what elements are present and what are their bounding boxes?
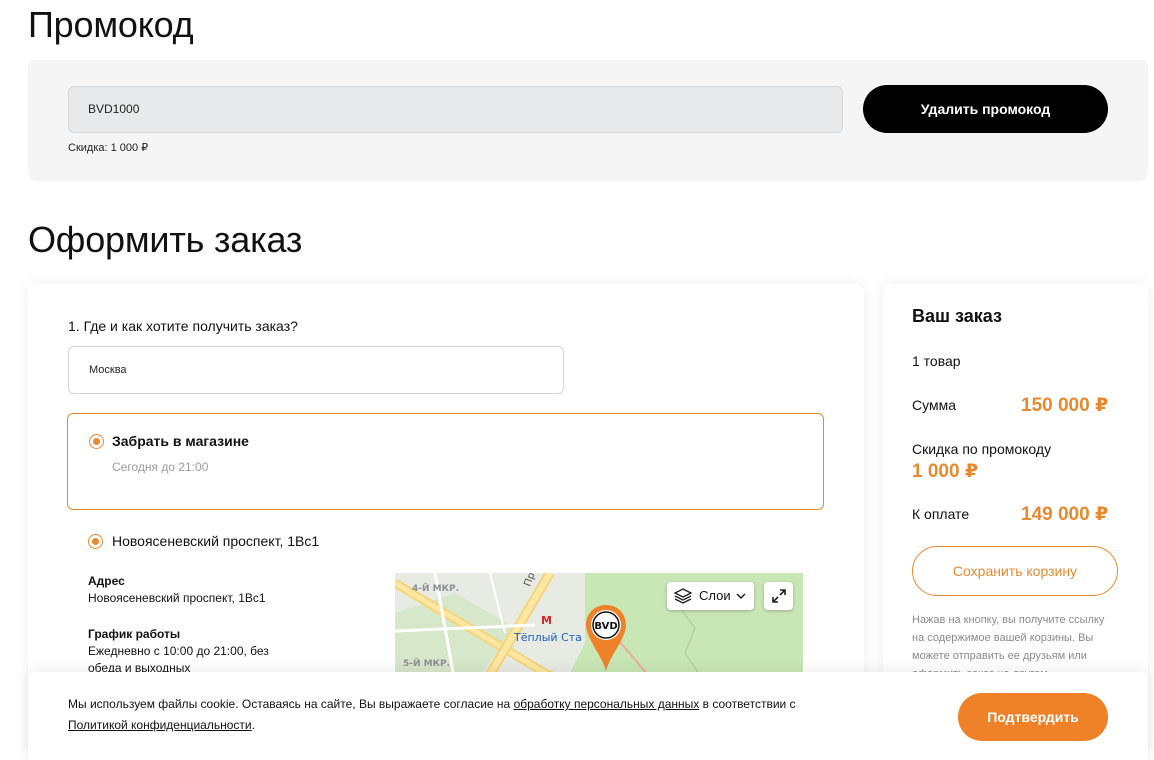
summary-title: Ваш заказ (912, 306, 1002, 326)
map-fullscreen-button[interactable] (764, 582, 793, 610)
save-cart-note-line: Нажав на кнопку, вы получите ссылку (912, 614, 1105, 626)
map-label-4mkr: 4-Й МКР. (412, 582, 459, 594)
promo-discount-value: 1 000 ₽ (912, 461, 979, 482)
chevron-down-icon (736, 593, 746, 600)
metro-icon: М (541, 614, 552, 627)
expand-icon (772, 589, 786, 603)
pickup-radio[interactable] (89, 434, 104, 449)
map-layers-button[interactable]: Слои (667, 582, 754, 610)
to-pay-value: 149 000 ₽ (1021, 504, 1109, 525)
layers-icon (674, 588, 692, 604)
pickup-option[interactable]: Забрать в магазине Сегодня до 21:00 (67, 413, 824, 510)
privacy-policy-link[interactable]: Политикой конфиденциальности (68, 718, 252, 732)
city-input[interactable]: Москва (68, 346, 564, 394)
promo-discount-label: Скидка по промокоду (912, 441, 1052, 457)
store-map[interactable]: 4-Й МКР. 5-Й МКР. Про М Тёплый Ста BVD С… (395, 573, 803, 683)
schedule-label: График работы (88, 627, 181, 641)
personal-data-link[interactable]: обработку персональных данных (514, 697, 700, 711)
promo-panel: BVD1000 Скидка: 1 000 ₽ Удалить промокод (28, 60, 1148, 181)
cookie-banner: Мы используем файлы cookie. Оставаясь на… (28, 672, 1148, 760)
cookie-text-part: . (251, 718, 255, 732)
address-value: Новоясеневский проспект, 1Вс1 (88, 591, 266, 605)
map-label-5mkr: 5-Й МКР. (403, 657, 450, 669)
schedule-value-line-1: Ежедневно с 10:00 до 21:00, без (88, 644, 269, 658)
to-pay-label: К оплате (912, 506, 970, 522)
items-count: 1 товар (912, 353, 961, 369)
cookie-text-part: Мы используем файлы cookie. Оставаясь на… (68, 697, 514, 711)
cookie-text-part: в соответствии с (699, 697, 796, 711)
sum-label: Сумма (912, 397, 956, 413)
promo-code-input[interactable]: BVD1000 (68, 86, 843, 133)
step-label: 1. Где и как хотите получить заказ? (68, 318, 298, 334)
save-cart-note-line: можете отправить ее друзьям или (912, 650, 1087, 662)
map-label-station: Тёплый Ста (513, 631, 582, 644)
save-cart-note-line: на содержимое вашей корзины. Вы (912, 632, 1094, 644)
address-label: Адрес (88, 574, 125, 588)
promo-title: Промокод (28, 4, 194, 45)
confirm-cookie-button[interactable]: Подтвердить (958, 693, 1108, 741)
store-name: Новоясеневский проспект, 1Вс1 (112, 533, 320, 549)
map-pin-icon[interactable]: BVD (585, 603, 627, 683)
promo-discount-text: Скидка: 1 000 ₽ (68, 142, 149, 154)
map-layers-label: Слои (699, 588, 731, 603)
remove-promo-button[interactable]: Удалить промокод (863, 85, 1108, 133)
save-cart-button[interactable]: Сохранить корзину (912, 546, 1118, 596)
pickup-option-subtitle: Сегодня до 21:00 (112, 460, 209, 474)
cookie-text: Мы используем файлы cookie. Оставаясь на… (68, 694, 878, 736)
pin-logo: BVD (594, 621, 617, 632)
checkout-title: Оформить заказ (28, 219, 303, 260)
sum-value: 150 000 ₽ (1021, 395, 1109, 416)
pickup-option-title: Забрать в магазине (112, 433, 249, 449)
store-radio[interactable] (88, 534, 103, 549)
